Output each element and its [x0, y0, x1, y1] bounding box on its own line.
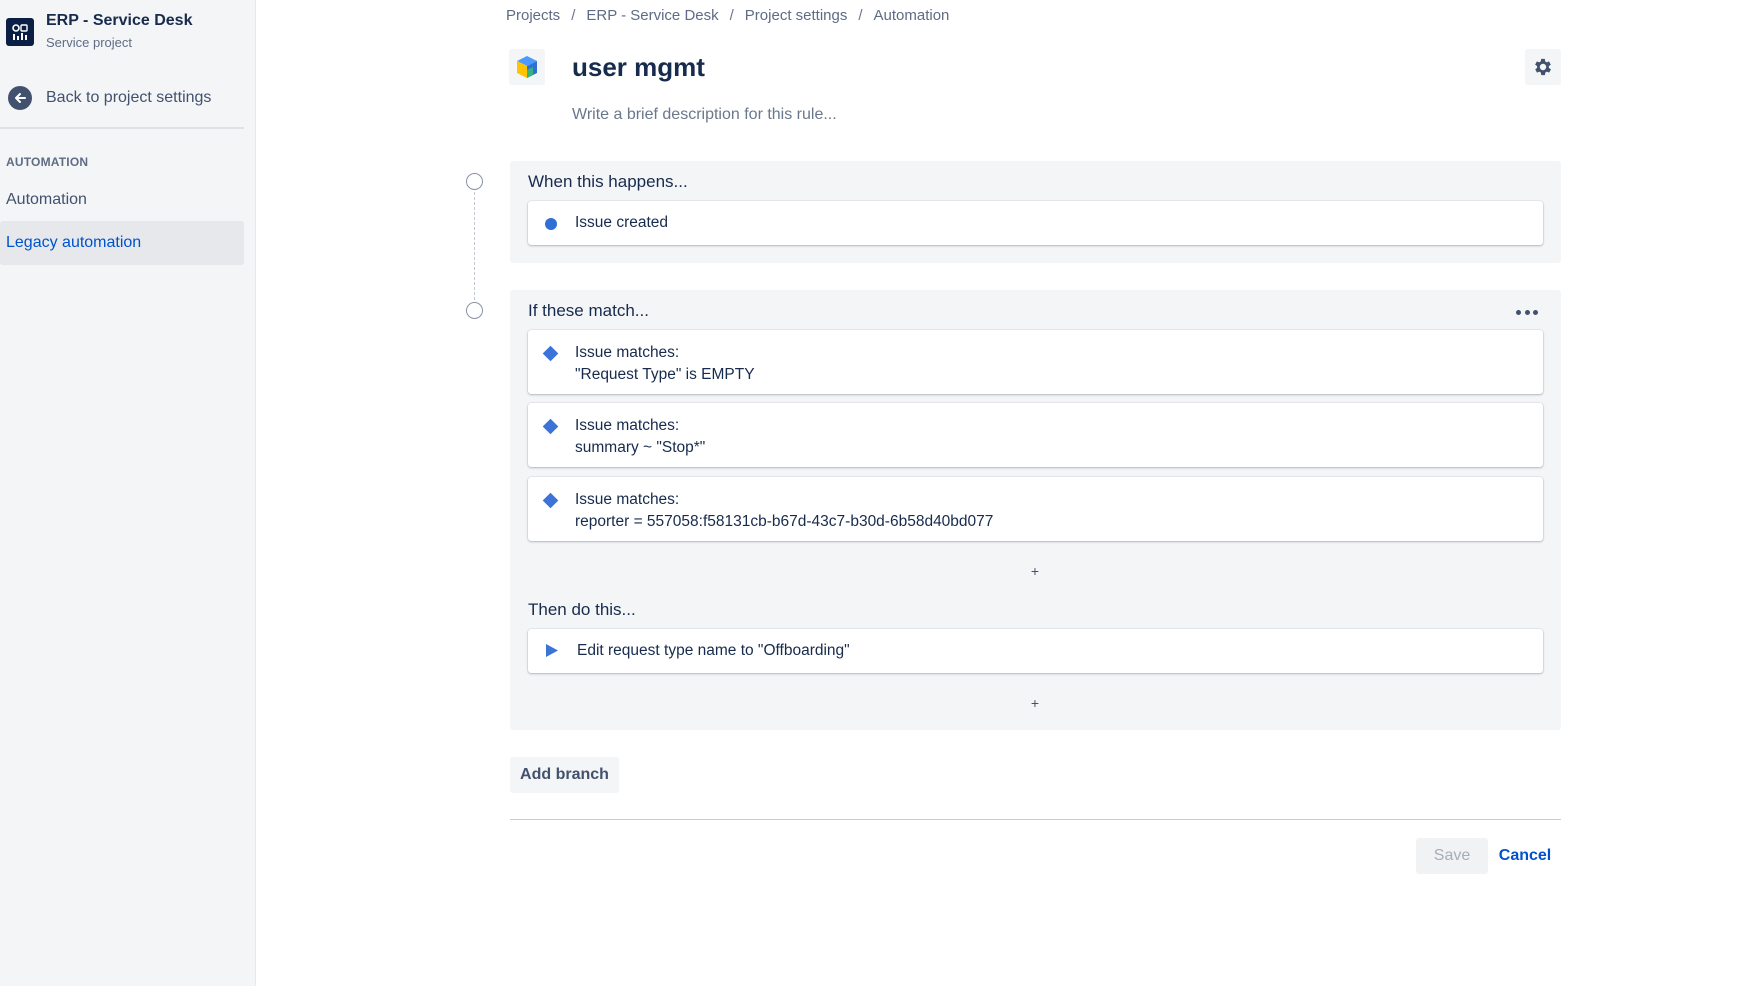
condition-line-2: reporter = 557058:f58131cb-b67d-43c7-b30…	[575, 513, 994, 530]
more-dot-icon	[1516, 309, 1521, 315]
action-label: Edit request type name to "Offboarding"	[577, 642, 850, 659]
project-avatar-icon	[6, 18, 34, 46]
sidebar-item-label: Legacy automation	[6, 234, 142, 251]
gear-icon	[1535, 58, 1551, 76]
timeline-node	[466, 173, 483, 190]
condition-text: Issue matches: reporter = 557058:f58131c…	[575, 489, 993, 533]
condition-line-1: Issue matches:	[575, 417, 680, 434]
rule-title[interactable]: user mgmt	[572, 52, 705, 83]
breadcrumb-automation[interactable]: Automation	[874, 7, 950, 24]
condition-card[interactable]: Issue matches: summary ~ "Stop*"	[528, 403, 1543, 467]
rule-settings-button[interactable]	[1525, 49, 1561, 85]
sidebar: ERP - Service Desk Service project Back …	[0, 0, 256, 986]
condition-diamond-icon	[542, 418, 559, 435]
more-dot-icon	[1533, 309, 1538, 315]
footer-divider	[510, 819, 1561, 820]
add-branch-button[interactable]: Add branch	[510, 757, 619, 793]
project-header: ERP - Service Desk Service project	[6, 10, 192, 53]
condition-text: Issue matches: summary ~ "Stop*"	[575, 415, 705, 459]
condition-line-1: Issue matches:	[575, 491, 680, 508]
more-options-button[interactable]	[1512, 304, 1542, 320]
automation-cube-icon	[509, 49, 545, 85]
breadcrumb-separator: /	[858, 7, 863, 24]
cancel-button[interactable]: Cancel	[1496, 838, 1554, 874]
timeline-node	[466, 302, 483, 319]
trigger-section: When this happens... Issue created	[510, 161, 1561, 263]
sidebar-section-heading: AUTOMATION	[6, 155, 89, 169]
condition-text: Issue matches: "Request Type" is EMPTY	[575, 342, 755, 386]
action-card[interactable]: Edit request type name to "Offboarding"	[528, 629, 1543, 673]
condition-diamond-icon	[542, 492, 559, 509]
condition-card[interactable]: Issue matches: "Request Type" is EMPTY	[528, 330, 1543, 394]
sidebar-item-automation[interactable]: Automation	[0, 178, 244, 222]
project-type: Service project	[46, 35, 132, 50]
trigger-dot-icon	[545, 218, 557, 230]
more-dot-icon	[1524, 309, 1530, 315]
condition-line-1: Issue matches:	[575, 344, 680, 361]
play-arrow-icon	[546, 644, 558, 657]
trigger-heading: When this happens...	[528, 172, 688, 191]
condition-card[interactable]: Issue matches: reporter = 557058:f58131c…	[528, 477, 1543, 541]
sidebar-item-legacy-automation[interactable]: Legacy automation	[0, 221, 244, 265]
condition-line-2: "Request Type" is EMPTY	[575, 366, 755, 383]
trigger-label: Issue created	[575, 214, 669, 231]
arrow-left-icon	[8, 86, 32, 110]
condition-line-2: summary ~ "Stop*"	[575, 439, 706, 456]
actions-heading: Then do this...	[528, 600, 636, 619]
rule-description-field[interactable]: Write a brief description for this rule.…	[572, 106, 837, 124]
back-link-label: Back to project settings	[46, 89, 212, 106]
project-name: ERP - Service Desk	[46, 12, 193, 29]
back-to-project-settings-link[interactable]: Back to project settings	[8, 86, 211, 110]
breadcrumb-separator: /	[729, 7, 734, 24]
breadcrumb: Projects / ERP - Service Desk / Project …	[506, 7, 949, 24]
breadcrumb-project-settings[interactable]: Project settings	[745, 7, 848, 24]
sidebar-item-label: Automation	[6, 191, 87, 208]
breadcrumb-projects[interactable]: Projects	[506, 7, 560, 24]
add-condition-button[interactable]: +	[1026, 562, 1044, 580]
sidebar-divider	[0, 127, 244, 129]
conditions-section: If these match... Issue matches: "Reques…	[510, 290, 1561, 730]
breadcrumb-project[interactable]: ERP - Service Desk	[586, 7, 718, 24]
add-action-button[interactable]: +	[1026, 694, 1044, 712]
trigger-card[interactable]: Issue created	[528, 201, 1543, 245]
breadcrumb-separator: /	[571, 7, 576, 24]
conditions-heading: If these match...	[528, 301, 649, 320]
timeline-connector	[474, 192, 475, 300]
condition-diamond-icon	[542, 345, 559, 362]
save-button[interactable]: Save	[1416, 838, 1488, 874]
